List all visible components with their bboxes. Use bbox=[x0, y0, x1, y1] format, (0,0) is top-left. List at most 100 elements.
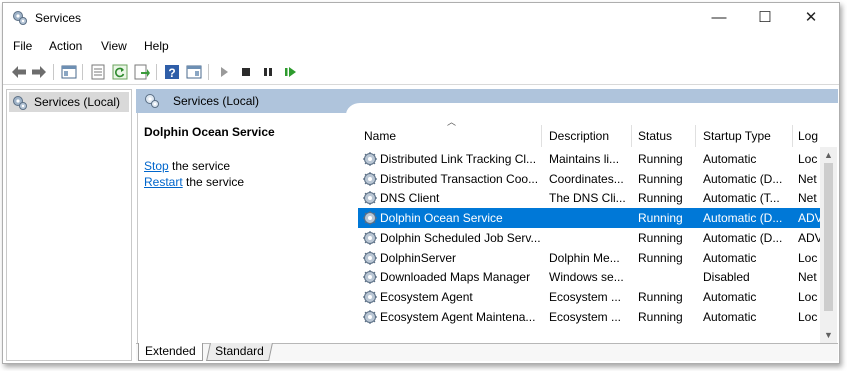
stop-service-link[interactable]: Stop bbox=[144, 159, 169, 173]
cell-description: Ecosystem ... bbox=[549, 309, 622, 324]
stop-service-icon[interactable] bbox=[237, 63, 255, 81]
content-header: Services (Local) bbox=[136, 89, 838, 113]
svg-text:?: ? bbox=[168, 66, 175, 80]
scroll-up-icon[interactable]: ▲ bbox=[820, 147, 837, 163]
title-bar: Services — ☐ ✕ bbox=[3, 3, 839, 33]
column-divider bbox=[541, 125, 542, 147]
scroll-down-icon[interactable]: ▼ bbox=[820, 327, 837, 343]
service-gear-icon bbox=[362, 230, 378, 249]
cell-description: Windows se... bbox=[549, 270, 624, 285]
cell-startup: Disabled bbox=[703, 270, 750, 285]
cell-name: Downloaded Maps Manager bbox=[380, 270, 531, 285]
vertical-scrollbar[interactable]: ▲ ▼ bbox=[820, 147, 837, 343]
back-icon[interactable] bbox=[10, 63, 28, 81]
cell-name: DolphinServer bbox=[380, 250, 457, 265]
start-service-icon[interactable] bbox=[215, 63, 233, 81]
menu-view[interactable]: View bbox=[101, 39, 127, 53]
column-header-log-on-as[interactable]: Log bbox=[792, 125, 820, 147]
table-row[interactable]: DNS Client The DNS Cli... Running Automatic… bbox=[358, 188, 825, 208]
cell-status: Running bbox=[638, 289, 683, 304]
resume-service-icon[interactable] bbox=[281, 63, 299, 81]
tree-item-label: Services (Local) bbox=[34, 95, 121, 109]
column-header-startup-type[interactable]: Startup Type bbox=[697, 125, 793, 147]
selected-service-name: Dolphin Ocean Service bbox=[144, 125, 275, 139]
cell-startup: Automatic (T... bbox=[703, 191, 780, 206]
column-header-status[interactable]: Status bbox=[632, 125, 696, 147]
action-pane-icon[interactable] bbox=[185, 63, 203, 81]
service-gear-icon bbox=[362, 309, 378, 328]
cell-startup: Automatic bbox=[703, 309, 757, 324]
content-pane: Services (Local) Dolphin Ocean Service S… bbox=[136, 89, 838, 361]
table-row[interactable]: Dolphin Ocean Service Running Automatic (D… bbox=[358, 208, 825, 229]
toolbar-separator bbox=[53, 64, 54, 80]
maximize-button[interactable]: ☐ bbox=[742, 3, 788, 33]
column-divider bbox=[695, 125, 696, 147]
menu-file[interactable]: File bbox=[13, 39, 32, 53]
table-row[interactable]: DolphinServer Dolphin Me... Running Automat… bbox=[358, 248, 825, 268]
minimize-button[interactable]: — bbox=[696, 3, 742, 33]
services-gear-icon bbox=[144, 93, 160, 112]
cell-log: ADV bbox=[798, 230, 820, 245]
tab-extended[interactable]: Extended bbox=[138, 343, 203, 361]
column-header-name[interactable]: Name bbox=[358, 125, 540, 147]
table-row[interactable]: Ecosystem Agent Ecosystem ... Running Autom… bbox=[358, 287, 825, 307]
vertical-scroll-thumb[interactable] bbox=[824, 163, 833, 311]
menu-bar: File Action View Help bbox=[3, 36, 839, 56]
cell-log: ADV bbox=[798, 211, 820, 226]
cell-startup: Automatic bbox=[703, 250, 757, 265]
cell-status: Running bbox=[638, 309, 683, 324]
services-list: ︿ Name Description Status Startup Type L… bbox=[358, 113, 838, 360]
services-app-icon bbox=[12, 10, 28, 29]
service-gear-icon bbox=[362, 250, 378, 269]
export-list-icon[interactable] bbox=[133, 63, 151, 81]
refresh-icon[interactable] bbox=[111, 63, 129, 81]
cell-status: Running bbox=[638, 211, 683, 226]
cell-description: Dolphin Me... bbox=[549, 250, 620, 265]
tab-standard[interactable]: Standard bbox=[206, 343, 273, 361]
header-decoration bbox=[346, 103, 838, 113]
services-gear-icon bbox=[12, 95, 28, 114]
cell-startup: Automatic (D... bbox=[703, 211, 783, 226]
pause-service-icon[interactable] bbox=[259, 63, 277, 81]
cell-log: Net bbox=[798, 171, 817, 186]
cell-status: Running bbox=[638, 152, 683, 166]
cell-status: Running bbox=[638, 230, 683, 245]
table-row[interactable]: Distributed Link Tracking Cl... Maintains… bbox=[358, 149, 825, 169]
forward-icon[interactable] bbox=[30, 63, 48, 81]
services-window: Services — ☐ ✕ File Action View Help ? S… bbox=[2, 2, 840, 364]
cell-startup: Automatic (D... bbox=[703, 171, 783, 186]
column-header-description[interactable]: Description bbox=[543, 125, 631, 147]
tree-item-services-local[interactable]: Services (Local) bbox=[9, 92, 129, 112]
cell-log: Loc bbox=[798, 250, 818, 265]
cell-name: Dolphin Ocean Service bbox=[380, 211, 503, 226]
table-row[interactable]: Distributed Transaction Coo... Coordinate… bbox=[358, 169, 825, 189]
restart-service-line: Restart the service bbox=[144, 175, 244, 189]
menu-help[interactable]: Help bbox=[144, 39, 169, 53]
cell-name: Dolphin Scheduled Job Serv... bbox=[380, 230, 540, 245]
cell-description: The DNS Cli... bbox=[549, 191, 626, 206]
cell-startup: Automatic (D... bbox=[703, 230, 783, 245]
properties-icon[interactable] bbox=[89, 63, 107, 81]
restart-service-link[interactable]: Restart bbox=[144, 175, 183, 189]
stop-service-line: Stop the service bbox=[144, 159, 230, 173]
stop-service-text: the service bbox=[168, 159, 231, 173]
cell-status: Running bbox=[638, 250, 683, 265]
table-row[interactable]: Downloaded Maps Manager Windows se... Disa… bbox=[358, 267, 825, 287]
show-hide-tree-icon[interactable] bbox=[60, 63, 78, 81]
content-header-title: Services (Local) bbox=[173, 94, 260, 108]
cell-name: DNS Client bbox=[380, 191, 440, 206]
description-pane: Dolphin Ocean Service Stop the service R… bbox=[137, 113, 358, 343]
menu-action[interactable]: Action bbox=[49, 39, 82, 53]
toolbar: ? bbox=[3, 59, 839, 85]
cell-description: Ecosystem ... bbox=[549, 289, 622, 304]
close-button[interactable]: ✕ bbox=[788, 3, 834, 33]
restart-service-text: the service bbox=[182, 175, 245, 189]
service-gear-icon bbox=[362, 269, 378, 288]
cell-status: Running bbox=[638, 191, 683, 206]
help-icon[interactable]: ? bbox=[163, 63, 181, 81]
table-row[interactable]: Dolphin Scheduled Job Serv... Running Auto… bbox=[358, 228, 825, 248]
cell-log: Loc bbox=[798, 309, 818, 324]
tab-standard-label: Standard bbox=[215, 344, 264, 358]
table-row[interactable]: Ecosystem Agent Maintena... Ecosystem ...… bbox=[358, 307, 825, 327]
service-gear-icon bbox=[362, 151, 378, 170]
